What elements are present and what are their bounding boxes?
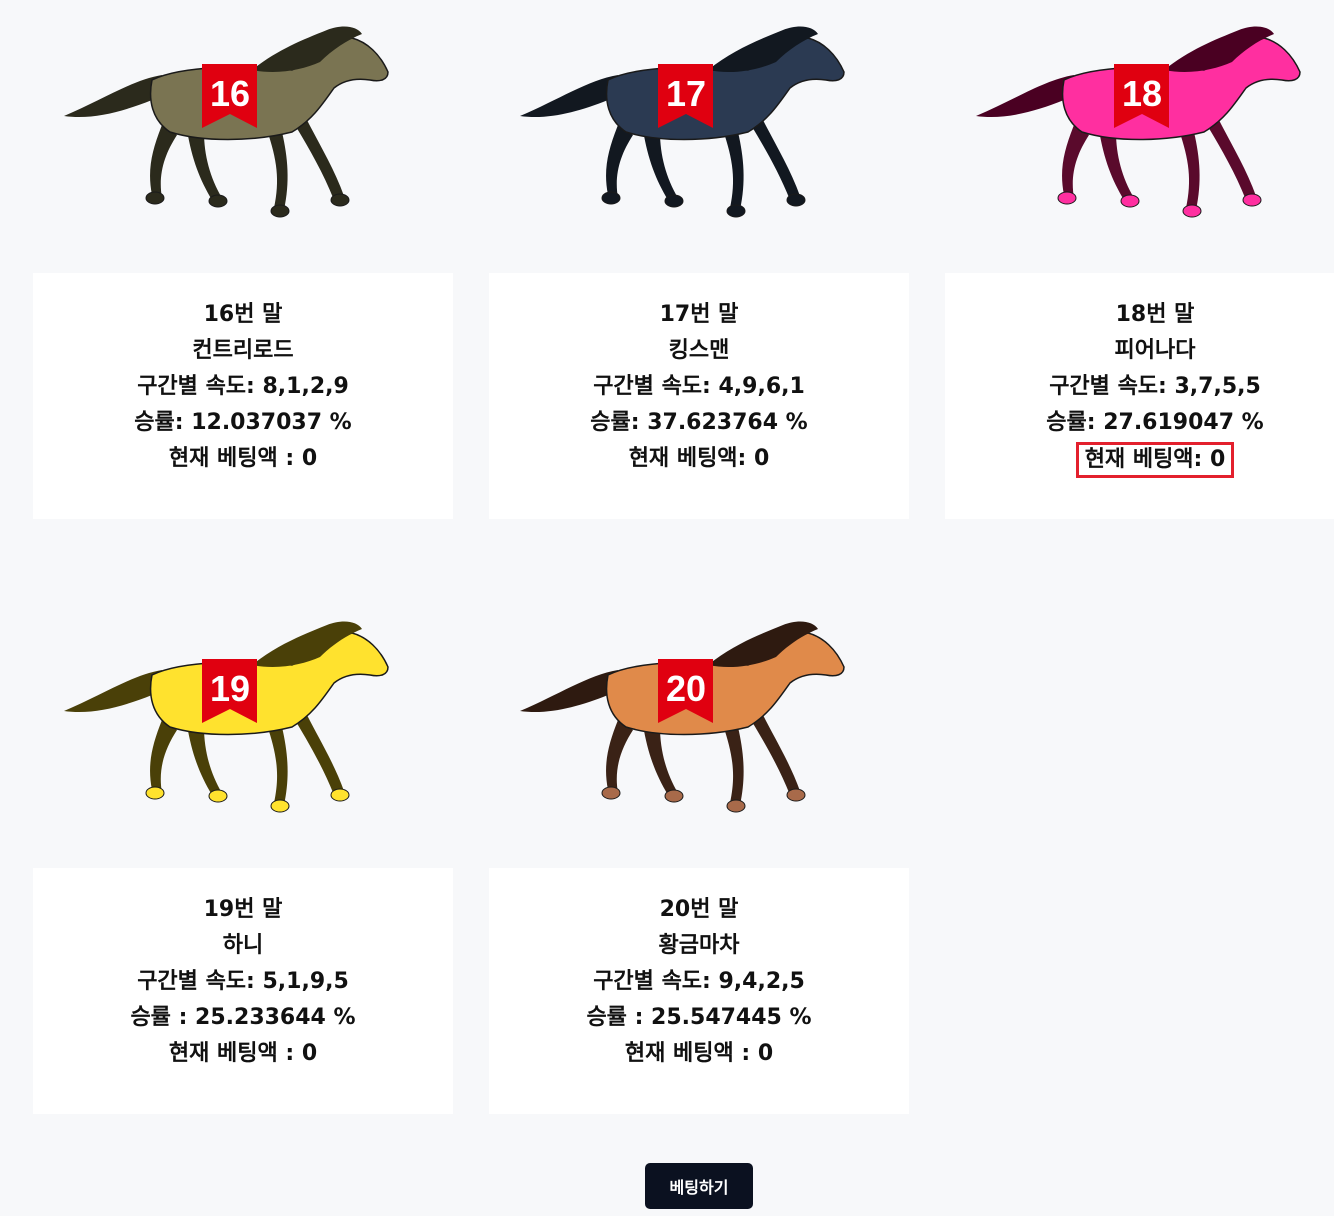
horse-current-bet: 현재 베팅액 : 0 (168, 446, 318, 471)
horse-leg (1099, 130, 1134, 200)
horse-speed: 구간별 속도: 8,1,2,9 (137, 374, 349, 399)
horse-image-19: 19 (52, 615, 392, 835)
horse-number-label: 20 (666, 668, 706, 709)
horse-leg (606, 720, 633, 793)
horse-mane (976, 75, 1074, 118)
horse-speed: 구간별 속도: 4,9,6,1 (593, 374, 805, 399)
horse-hoof (145, 191, 165, 205)
horse-body (1061, 37, 1301, 141)
horse-hoof (330, 788, 350, 802)
horse-card-17[interactable]: 17번 말 킹스맨 구간별 속도: 4,9,6,1 승률: 37.623764 … (489, 273, 909, 519)
horse-speed: 구간별 속도: 5,1,9,5 (137, 969, 349, 994)
horse-name: 컨트리로드 (192, 338, 294, 363)
horse-winrate: 승률 : 25.233644 % (130, 1005, 356, 1030)
horse-leg (723, 130, 744, 210)
horse-hoof (664, 194, 684, 208)
horse-hoof (1182, 204, 1202, 218)
horse-hoof (208, 789, 228, 803)
horse-hoof (786, 788, 806, 802)
horse-illustration: 18 (976, 26, 1301, 218)
horse-current-bet-highlighted: 현재 베팅액: 0 (1075, 442, 1235, 478)
horse-image-18: 18 (964, 20, 1304, 240)
horse-title: 19번 말 (203, 897, 283, 922)
horse-hoof (786, 193, 806, 207)
horse-hoof (664, 789, 684, 803)
horse-card-19[interactable]: 19번 말 하니 구간별 속도: 5,1,9,5 승률 : 25.233644 … (33, 868, 453, 1114)
horse-name: 황금마차 (658, 933, 740, 958)
horse-hoof (208, 194, 228, 208)
horse-hoof (726, 204, 746, 218)
horse-speed: 구간별 속도: 9,4,2,5 (593, 969, 805, 994)
horse-leg (150, 720, 177, 793)
horse-mane (64, 670, 162, 713)
horse-number-label: 16 (210, 73, 250, 114)
horse-card-16[interactable]: 16번 말 컨트리로드 구간별 속도: 8,1,2,9 승률: 12.03703… (33, 273, 453, 519)
horse-hoof (1057, 191, 1077, 205)
horse-body (605, 37, 845, 141)
horse-winrate: 승률: 12.037037 % (134, 410, 352, 435)
horse-hoof (601, 191, 621, 205)
horse-leg (1062, 125, 1089, 198)
horse-current-bet: 현재 베팅액: 0 (628, 446, 770, 471)
horse-hoof (1242, 193, 1262, 207)
horse-leg (1179, 130, 1200, 210)
bet-button[interactable]: 베팅하기 (645, 1163, 753, 1209)
horse-leg (187, 130, 222, 200)
horse-winrate: 승률 : 25.547445 % (586, 1005, 812, 1030)
horse-title: 18번 말 (1115, 302, 1195, 327)
horse-leg (292, 715, 344, 795)
horse-leg (748, 715, 800, 795)
horse-winrate: 승률: 37.623764 % (590, 410, 808, 435)
horse-number-label: 17 (666, 73, 706, 114)
horse-title: 20번 말 (659, 897, 739, 922)
horse-mane (520, 75, 618, 118)
horse-hoof (270, 799, 290, 813)
horse-number-label: 18 (1122, 73, 1162, 114)
horse-body (149, 632, 389, 736)
horse-name: 피어나다 (1114, 338, 1196, 363)
horse-illustration: 19 (64, 621, 389, 813)
horse-leg (150, 125, 177, 198)
horse-leg (292, 120, 344, 200)
horse-leg (643, 130, 678, 200)
horse-current-bet: 현재 베팅액 : 0 (624, 1041, 774, 1066)
horse-mane (64, 75, 162, 118)
horse-leg (267, 130, 288, 210)
horse-leg (187, 725, 222, 795)
horse-title: 16번 말 (203, 302, 283, 327)
horse-hoof (330, 193, 350, 207)
horse-image-20: 20 (508, 615, 848, 835)
horse-body (605, 632, 845, 736)
horse-leg (606, 125, 633, 198)
horse-title: 17번 말 (659, 302, 739, 327)
horse-image-17: 17 (508, 20, 848, 240)
horse-leg (723, 725, 744, 805)
horse-hoof (601, 786, 621, 800)
horse-name: 하니 (222, 933, 264, 958)
horse-image-16: 16 (52, 20, 392, 240)
horse-number-label: 19 (210, 668, 250, 709)
horse-hoof (270, 204, 290, 218)
horse-card-18[interactable]: 18번 말 피어나다 구간별 속도: 3,7,5,5 승률: 27.619047… (945, 273, 1334, 519)
horse-name: 킹스맨 (668, 338, 730, 363)
horse-leg (643, 725, 678, 795)
horse-hoof (726, 799, 746, 813)
horse-current-bet: 현재 베팅액 : 0 (168, 1041, 318, 1066)
horse-current-bet-row: 현재 베팅액: 0 (945, 441, 1334, 478)
horse-leg (1204, 120, 1256, 200)
horse-mane (520, 670, 618, 713)
horse-leg (748, 120, 800, 200)
horse-body (149, 37, 389, 141)
horse-winrate: 승률: 27.619047 % (1046, 410, 1264, 435)
horse-illustration: 16 (64, 26, 389, 218)
horse-illustration: 17 (520, 26, 845, 218)
horse-illustration: 20 (520, 621, 845, 813)
horse-leg (267, 725, 288, 805)
horse-hoof (1120, 194, 1140, 208)
horse-hoof (145, 786, 165, 800)
horse-card-20[interactable]: 20번 말 황금마차 구간별 속도: 9,4,2,5 승률 : 25.54744… (489, 868, 909, 1114)
horse-speed: 구간별 속도: 3,7,5,5 (1049, 374, 1261, 399)
